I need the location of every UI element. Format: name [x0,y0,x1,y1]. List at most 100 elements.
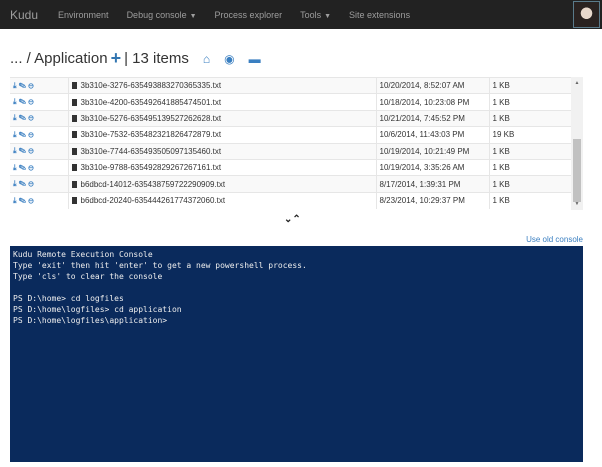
file-icon [71,82,77,90]
download-icon[interactable]: ⤓ [13,81,17,90]
file-name-text: b6dbcd-20240-635444261774372060.txt [80,196,226,206]
table-row: ⤓ ✎ ⊖ 3b310e-4200-635492641885474501.txt… [10,93,571,111]
file-name[interactable]: 3b310e-4200-635492641885474501.txt [68,93,377,111]
caret-down-icon: ▼ [324,12,332,20]
download-icon[interactable]: ⤓ [13,179,17,188]
add-icon[interactable]: + [111,48,122,69]
console-line: PS D:\home> cd logfiles [13,294,124,303]
table-row: ⤓ ✎ ⊖ 3b310e-7532-635482321826472879.txt… [10,126,571,144]
console-line: Kudu Remote Execution Console [13,250,153,259]
file-date: 10/19/2014, 3:35:26 AM [376,158,490,176]
file-date: 8/23/2014, 10:29:37 PM [376,191,490,209]
file-name-text: 3b310e-7532-635482321826472879.txt [80,130,222,140]
nav-process-explorer[interactable]: Process explorer [215,10,283,20]
chevron-up-icon[interactable]: ⌃ [292,214,300,225]
file-icon [71,147,77,155]
edit-icon[interactable]: ✎ [19,81,26,90]
nav-label: Tools [300,9,322,20]
file-icon [71,180,77,188]
delete-icon[interactable]: ⊖ [28,179,33,188]
file-name-text: 3b310e-5276-635495139527262628.txt [80,113,222,123]
file-icon [71,98,77,106]
file-size: 1 KB [489,77,571,94]
scroll-down-icon[interactable]: ▼ [571,201,583,207]
scroll-up-icon[interactable]: ▲ [571,80,583,86]
table-row: ⤓ ✎ ⊖ 3b310e-3276-635493883270365335.txt… [10,77,571,94]
use-old-console-link[interactable]: Use old console [526,235,583,244]
table-row: ⤓ ✎ ⊖ 3b310e-9788-635492829267267161.txt… [10,158,571,176]
download-icon[interactable]: ⤓ [13,146,17,155]
home-icon[interactable]: ⌂ [203,52,210,66]
file-size: 1 KB [489,109,571,127]
download-icon[interactable]: ⤓ [13,196,17,205]
file-table: ⤓ ✎ ⊖ 3b310e-3276-635493883270365335.txt… [10,77,583,210]
nav-label: Debug console [126,9,187,20]
console-line: Type 'cls' to clear the console [13,272,163,281]
file-name[interactable]: b6dbcd-14012-635438759722290909.txt [68,175,377,193]
delete-icon[interactable]: ⊖ [28,146,33,155]
edit-icon[interactable]: ✎ [19,179,26,188]
delete-icon[interactable]: ⊖ [28,81,33,90]
file-name[interactable]: 3b310e-3276-635493883270365335.txt [68,77,377,94]
edit-icon[interactable]: ✎ [19,130,26,139]
file-name[interactable]: b6dbcd-20240-635444261774372060.txt [68,191,377,209]
file-size: 1 KB [489,175,571,193]
console-line: PS D:\home\logfiles> cd application [13,305,182,314]
file-icon [71,114,77,122]
nav-debug-console[interactable]: Debug console ▼ [127,10,197,20]
file-date: 10/21/2014, 7:45:52 PM [376,109,490,127]
file-name[interactable]: 3b310e-9788-635492829267267161.txt [68,158,377,176]
file-date: 10/19/2014, 10:21:49 PM [376,142,490,160]
row-actions: ⤓ ✎ ⊖ [10,93,69,111]
edit-icon[interactable]: ✎ [19,146,26,155]
download-icon[interactable]: ⤓ [13,113,17,122]
drive-icon[interactable]: ▬ [249,52,261,66]
file-name-text: 3b310e-3276-635493883270365335.txt [80,81,222,91]
file-date: 10/18/2014, 10:23:08 PM [376,93,490,111]
row-actions: ⤓ ✎ ⊖ [10,142,69,160]
console-output[interactable]: Kudu Remote Execution Console Type 'exit'… [10,246,583,462]
delete-icon[interactable]: ⊖ [28,163,33,172]
download-icon[interactable]: ⤓ [13,97,17,106]
file-size: 1 KB [489,158,571,176]
table-row: ⤓ ✎ ⊖ 3b310e-5276-635495139527262628.txt… [10,109,571,127]
edit-icon[interactable]: ✎ [19,113,26,122]
download-icon[interactable]: ⤓ [13,130,17,139]
console-line: PS D:\home\logfiles\application> [13,316,168,325]
globe-icon[interactable]: ◉ [224,52,234,66]
file-name[interactable]: 3b310e-7532-635482321826472879.txt [68,126,377,144]
table-row: ⤓ ✎ ⊖ 3b310e-7744-635493505097135460.txt… [10,142,571,160]
brand-link[interactable]: Kudu [10,8,38,22]
delete-icon[interactable]: ⊖ [28,130,33,139]
nav-environment[interactable]: Environment [58,10,109,20]
file-size: 19 KB [489,126,571,144]
file-name[interactable]: 3b310e-5276-635495139527262628.txt [68,109,377,127]
resize-toggle[interactable]: ⌄⌃ [284,214,301,225]
delete-icon[interactable]: ⊖ [28,196,33,205]
scroll-thumb[interactable] [573,139,581,202]
file-name[interactable]: 3b310e-7744-635493505097135460.txt [68,142,377,160]
download-icon[interactable]: ⤓ [13,163,17,172]
file-name-text: 3b310e-9788-635492829267267161.txt [80,163,222,173]
scrollbar[interactable]: ▲ ▼ [571,77,583,210]
edit-icon[interactable]: ✎ [19,97,26,106]
row-actions: ⤓ ✎ ⊖ [10,175,69,193]
nav-site-extensions[interactable]: Site extensions [349,10,410,20]
delete-icon[interactable]: ⊖ [28,97,33,106]
row-actions: ⤓ ✎ ⊖ [10,109,69,127]
avatar[interactable] [573,1,600,28]
edit-icon[interactable]: ✎ [19,163,26,172]
file-name-text: 3b310e-4200-635492641885474501.txt [80,97,222,107]
row-actions: ⤓ ✎ ⊖ [10,158,69,176]
edit-icon[interactable]: ✎ [19,196,26,205]
file-icon [71,164,77,172]
delete-icon[interactable]: ⊖ [28,113,33,122]
caret-down-icon: ▼ [189,12,197,20]
table-row: ⤓ ✎ ⊖ b6dbcd-14012-635438759722290909.tx… [10,175,571,193]
file-date: 10/6/2014, 11:43:03 PM [376,126,490,144]
console-line: Type 'exit' then hit 'enter' to get a ne… [13,261,307,270]
file-date: 10/20/2014, 8:52:07 AM [376,77,490,94]
breadcrumb[interactable]: ... / Application [10,50,108,67]
nav-tools[interactable]: Tools ▼ [300,10,331,20]
item-count: | 13 items [124,50,189,67]
